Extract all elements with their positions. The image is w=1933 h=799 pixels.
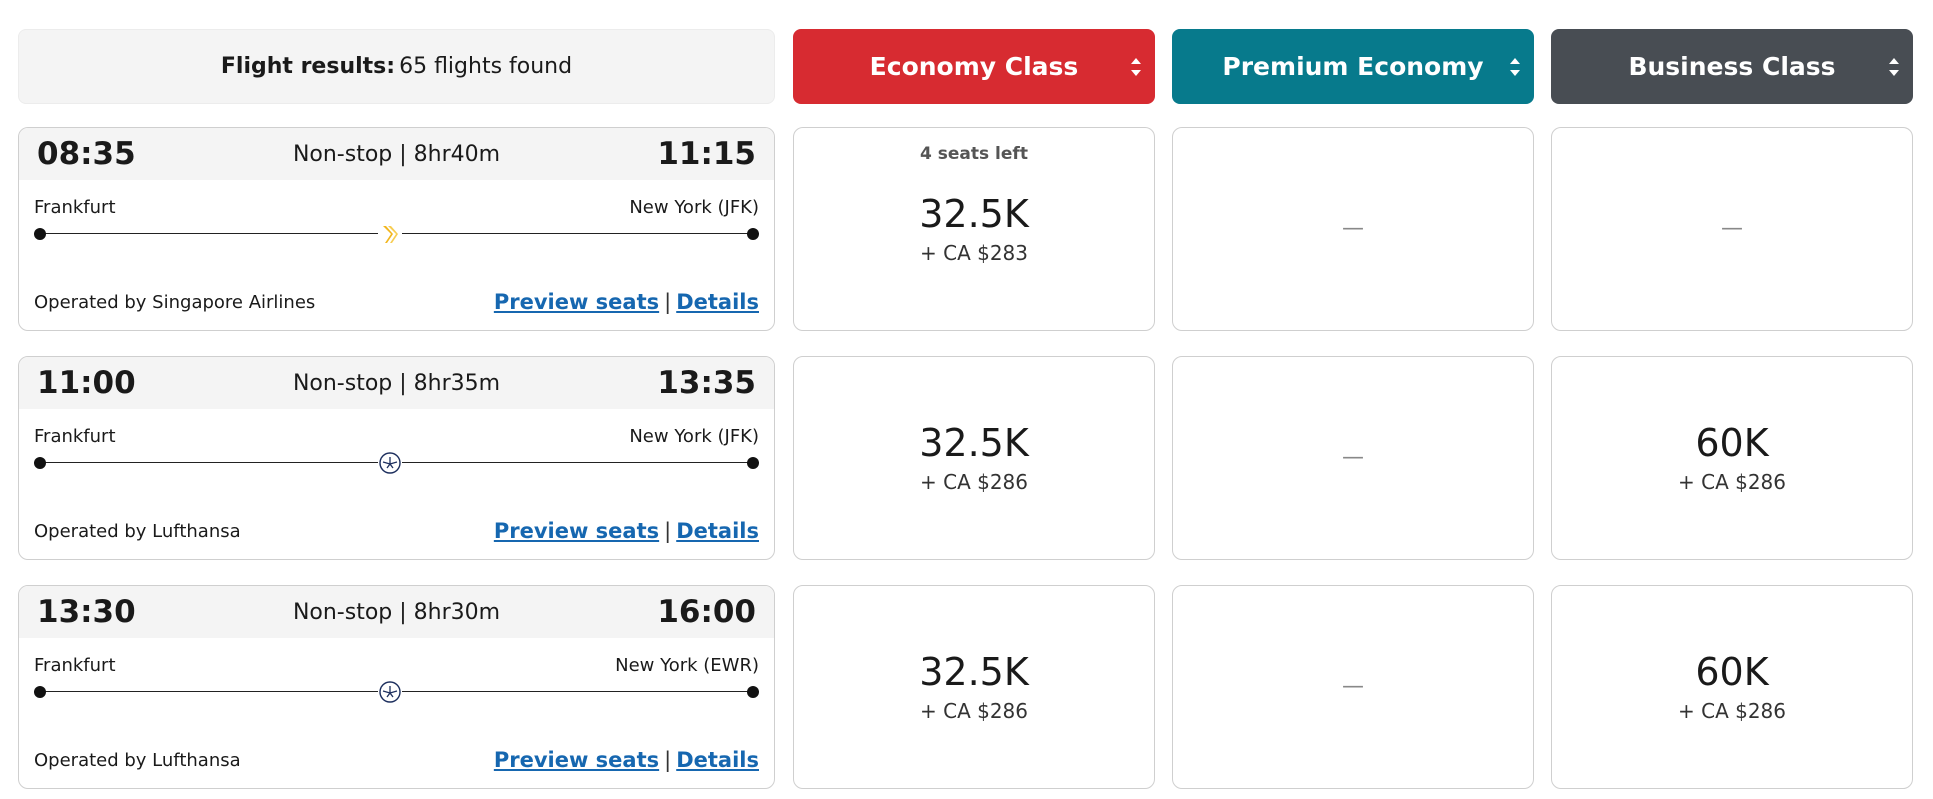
origin-dot [34,228,46,240]
details-link[interactable]: Details [676,748,759,772]
business-fare-cell: — [1551,127,1913,331]
destination-dot [747,686,759,698]
singapore-airlines-logo-icon [378,222,402,246]
arrival-time: 11:15 [657,136,756,172]
destination-city: New York (EWR) [615,655,759,676]
premium-economy-sort-button[interactable]: Premium Economy [1172,29,1534,104]
sort-arrows-icon [1889,58,1899,76]
link-separator: | [664,748,672,772]
business-class-sort-button[interactable]: Business Class [1551,29,1913,104]
fare-points: 60K [1695,421,1769,465]
premium-economy-fare-cell: — [1172,356,1534,560]
preview-seats-link[interactable]: Preview seats [494,290,659,314]
fare-points: 32.5K [919,650,1029,694]
premium-economy-fare-cell: — [1172,585,1534,789]
origin-city: Frankfurt [34,655,116,676]
results-count: 65 flights found [399,54,573,79]
operated-by: Operated by Lufthansa [34,750,241,771]
fare-unavailable: — [1721,216,1743,241]
preview-seats-link[interactable]: Preview seats [494,519,659,543]
origin-city: Frankfurt [34,197,116,218]
business-fare-cell[interactable]: 60K + CA $286 [1551,585,1913,789]
economy-fare-cell[interactable]: 32.5K + CA $286 [793,356,1155,560]
flight-times-bar: 13:30 Non-stop | 8hr30m 16:00 [19,586,774,638]
results-label: Flight results: [220,54,396,79]
arrival-time: 16:00 [657,594,756,630]
fare-unavailable: — [1342,674,1364,699]
destination-city: New York (JFK) [629,426,759,447]
link-separator: | [664,290,672,314]
flight-links: Preview seats | Details [494,748,759,772]
economy-fare-cell[interactable]: 32.5K + CA $286 [793,585,1155,789]
lufthansa-logo-icon [378,680,402,704]
flight-card: 13:30 Non-stop | 8hr30m 16:00 Frankfurt … [18,585,775,789]
arrival-time: 13:35 [657,365,756,401]
cabin-label: Economy Class [869,52,1079,81]
flight-times-bar: 08:35 Non-stop | 8hr40m 11:15 [19,128,774,180]
origin-dot [34,686,46,698]
fare-cash: + CA $283 [919,241,1029,265]
fare-cash: + CA $286 [919,699,1029,723]
cabin-label: Premium Economy [1222,52,1484,81]
operated-by: Operated by Singapore Airlines [34,292,316,313]
seats-left-badge: 4 seats left [920,144,1028,164]
operated-by: Operated by Lufthansa [34,521,241,542]
fare-cash: + CA $286 [1677,470,1787,494]
fare-cash: + CA $286 [1677,699,1787,723]
fare-cash: + CA $286 [919,470,1029,494]
destination-city: New York (JFK) [629,197,759,218]
origin-dot [34,457,46,469]
fare-unavailable: — [1342,445,1364,470]
premium-economy-fare-cell: — [1172,127,1534,331]
sort-arrows-icon [1131,58,1141,76]
details-link[interactable]: Details [676,519,759,543]
economy-fare-cell[interactable]: 4 seats left 32.5K + CA $283 [793,127,1155,331]
flight-links: Preview seats | Details [494,290,759,314]
destination-dot [747,457,759,469]
business-fare-cell[interactable]: 60K + CA $286 [1551,356,1913,560]
flight-times-bar: 11:00 Non-stop | 8hr35m 13:35 [19,357,774,409]
flight-links: Preview seats | Details [494,519,759,543]
flight-card: 08:35 Non-stop | 8hr40m 11:15 Frankfurt … [18,127,775,331]
preview-seats-link[interactable]: Preview seats [494,748,659,772]
flight-card: 11:00 Non-stop | 8hr35m 13:35 Frankfurt … [18,356,775,560]
fare-unavailable: — [1342,216,1364,241]
fare-points: 32.5K [919,192,1029,236]
economy-class-sort-button[interactable]: Economy Class [793,29,1155,104]
lufthansa-logo-icon [378,451,402,475]
flight-results-summary: Flight results: 65 flights found [18,29,775,104]
link-separator: | [664,519,672,543]
sort-arrows-icon [1510,58,1520,76]
origin-city: Frankfurt [34,426,116,447]
fare-points: 60K [1695,650,1769,694]
destination-dot [747,228,759,240]
details-link[interactable]: Details [676,290,759,314]
cabin-label: Business Class [1628,52,1836,81]
fare-points: 32.5K [919,421,1029,465]
